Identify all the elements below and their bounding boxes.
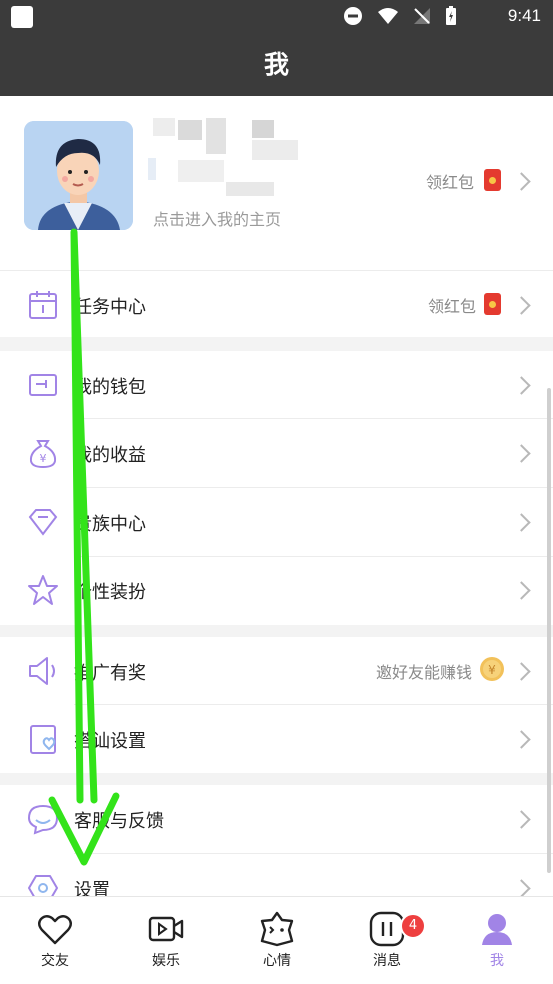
red-packet-hint[interactable]: 领红包 — [426, 169, 474, 193]
signal-icon — [414, 8, 430, 24]
bottom-tab-bar: 交友 娱乐 心情 4 消息 我 — [0, 896, 553, 984]
menu-label: 搭讪设置 — [74, 731, 146, 752]
notification-icon — [11, 6, 33, 28]
menu-dress-up[interactable]: 个性装扮 — [0, 557, 553, 625]
scrollbar[interactable] — [547, 388, 551, 873]
svg-text:¥: ¥ — [488, 663, 496, 677]
chevron-right-icon — [512, 172, 531, 191]
chevron-right-icon — [512, 581, 531, 600]
chevron-right-icon — [512, 376, 531, 395]
blurred-username — [226, 182, 274, 196]
money-bag-icon: ¥ — [29, 440, 57, 469]
user-icon — [482, 914, 512, 945]
menu-promote[interactable]: 推广有奖 邀好友能赚钱 ¥ — [0, 637, 553, 705]
heart-card-icon — [30, 725, 56, 754]
red-packet-icon — [484, 169, 501, 191]
avatar[interactable] — [24, 121, 133, 230]
menu-label: 个性装扮 — [74, 582, 146, 603]
tab-label: 消息 — [373, 953, 401, 969]
avatar-illustration — [24, 121, 133, 230]
chevron-right-icon — [512, 444, 531, 463]
svg-text:¥: ¥ — [40, 452, 47, 465]
tab-label: 心情 — [263, 953, 291, 969]
red-packet-icon — [484, 293, 501, 315]
menu-label: 推广有奖 — [74, 663, 146, 684]
menu-income[interactable]: ¥ 我的收益 — [0, 419, 553, 488]
page-title: 我 — [0, 34, 553, 96]
invite-hint: 邀好友能赚钱 — [375, 663, 472, 682]
menu-label: 我的收益 — [74, 445, 146, 466]
status-bar: 9:41 — [0, 0, 553, 34]
chevron-right-icon — [512, 810, 531, 829]
tab-friends[interactable]: 交友 — [5, 897, 105, 984]
blurred-username — [178, 160, 224, 182]
chevron-right-icon — [512, 662, 531, 681]
tab-mood[interactable]: 心情 — [227, 897, 327, 984]
wifi-icon — [378, 8, 398, 24]
diamond-icon — [28, 509, 58, 536]
coin-icon: ¥ — [480, 657, 504, 681]
menu-task-center[interactable]: 任务中心 领红包 — [0, 271, 553, 337]
section-divider — [0, 625, 553, 637]
wallet-icon — [29, 374, 57, 396]
video-icon — [148, 916, 184, 942]
section-divider — [0, 773, 553, 785]
blurred-username — [252, 120, 274, 138]
menu-customer-service[interactable]: 客服与反馈 — [0, 785, 553, 854]
tab-me[interactable]: 我 — [447, 897, 547, 984]
menu-settings[interactable]: 设置 — [0, 854, 553, 901]
chevron-right-icon — [512, 513, 531, 532]
calendar-icon — [29, 291, 57, 319]
menu-label: 客服与反馈 — [74, 811, 164, 832]
clock: 9:41 — [507, 6, 541, 25]
chevron-right-icon — [512, 730, 531, 749]
battery-icon — [446, 6, 456, 25]
chevron-right-icon — [512, 879, 531, 898]
blurred-username — [148, 158, 156, 180]
profile-card[interactable]: 点击进入我的主页 领红包 — [0, 96, 553, 271]
mood-icon — [260, 911, 294, 947]
blurred-username — [178, 120, 202, 140]
tab-label: 娱乐 — [152, 953, 180, 969]
unread-badge: 4 — [400, 913, 426, 939]
menu-label: 任务中心 — [74, 297, 146, 318]
dnd-icon — [344, 7, 362, 25]
section-divider — [0, 337, 553, 351]
menu-wallet[interactable]: 我的钱包 — [0, 351, 553, 419]
menu-label: 贵族中心 — [74, 514, 146, 535]
chevron-right-icon — [512, 296, 531, 315]
status-icons — [343, 6, 457, 26]
blurred-username — [252, 140, 298, 160]
heart-icon — [38, 915, 72, 945]
profile-subtitle: 点击进入我的主页 — [153, 210, 282, 229]
menu-noble-center[interactable]: 贵族中心 — [0, 488, 553, 557]
blurred-username — [206, 118, 226, 154]
chat-bubble-icon — [27, 804, 59, 835]
tab-label: 交友 — [41, 953, 69, 969]
tab-entertainment[interactable]: 娱乐 — [116, 897, 216, 984]
tab-label: 我 — [490, 953, 504, 969]
menu-label: 我的钱包 — [74, 377, 146, 398]
red-packet-hint: 领红包 — [427, 297, 476, 316]
blurred-username — [153, 118, 175, 136]
tab-messages[interactable]: 4 消息 — [337, 897, 437, 984]
star-icon — [28, 575, 58, 605]
speaker-icon — [29, 657, 55, 685]
menu-chatup-settings[interactable]: 搭讪设置 — [0, 705, 553, 773]
